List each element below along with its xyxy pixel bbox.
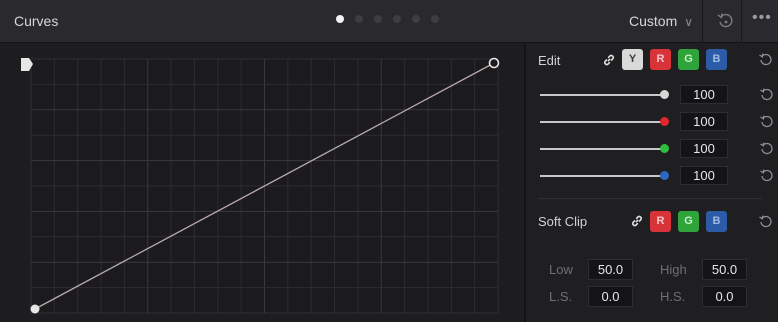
- slider-knob-r[interactable]: [660, 117, 669, 126]
- curve-endpoint-top[interactable]: [488, 57, 500, 69]
- channel-button-y[interactable]: Y: [622, 49, 643, 70]
- page-dots: [336, 15, 439, 23]
- page-dot[interactable]: [336, 15, 344, 23]
- slider-track-y[interactable]: [540, 94, 664, 96]
- channel-button-r[interactable]: R: [650, 49, 671, 70]
- page-dot[interactable]: [355, 15, 363, 23]
- reset-icon[interactable]: [759, 87, 774, 102]
- page-dot[interactable]: [412, 15, 420, 23]
- ls-value-field[interactable]: 0.0: [588, 286, 633, 307]
- curve-canvas[interactable]: [0, 43, 524, 322]
- hs-value-field[interactable]: 0.0: [702, 286, 747, 307]
- low-value-field[interactable]: 50.0: [588, 259, 633, 280]
- channel-button-b[interactable]: B: [706, 49, 727, 70]
- chevron-down-icon: ∨: [684, 15, 694, 29]
- reset-icon[interactable]: [715, 10, 737, 32]
- more-options-icon[interactable]: •••: [752, 9, 772, 27]
- slider-track-g[interactable]: [540, 148, 664, 150]
- link-icon[interactable]: [630, 214, 644, 228]
- soft-clip-label: Soft Clip: [538, 214, 588, 229]
- slider-knob-g[interactable]: [660, 144, 669, 153]
- section-divider: [538, 198, 762, 199]
- page-dot[interactable]: [431, 15, 439, 23]
- slider-knob-b[interactable]: [660, 171, 669, 180]
- edit-panel: Edit Y R G B 100 100 100 100 Soft Clip R…: [526, 43, 778, 322]
- reset-icon[interactable]: [758, 52, 773, 67]
- preset-label: Custom: [629, 13, 678, 29]
- high-value-field[interactable]: 50.0: [702, 259, 747, 280]
- page-dot[interactable]: [393, 15, 401, 23]
- value-field-b[interactable]: 100: [680, 166, 728, 185]
- preset-dropdown[interactable]: Custom ∨: [629, 13, 693, 29]
- panel-title: Curves: [14, 13, 59, 29]
- value-field-y[interactable]: 100: [680, 85, 728, 104]
- curves-header: Curves Custom ∨ •••: [0, 0, 778, 43]
- page-dot[interactable]: [374, 15, 382, 23]
- reset-icon[interactable]: [759, 141, 774, 156]
- low-label: Low: [549, 262, 573, 277]
- ls-label: L.S.: [549, 289, 573, 304]
- header-divider: [741, 0, 742, 43]
- reset-icon[interactable]: [759, 114, 774, 129]
- curve-endpoint-bottom[interactable]: [30, 304, 40, 314]
- slider-track-b[interactable]: [540, 175, 664, 177]
- reset-icon[interactable]: [759, 168, 774, 183]
- edit-label: Edit: [538, 53, 561, 68]
- header-divider: [702, 0, 703, 43]
- curve-graph[interactable]: [0, 43, 524, 322]
- slider-knob-y[interactable]: [660, 90, 669, 99]
- value-field-r[interactable]: 100: [680, 112, 728, 131]
- softclip-button-g[interactable]: G: [678, 211, 699, 232]
- reset-icon[interactable]: [758, 214, 773, 229]
- value-field-g[interactable]: 100: [680, 139, 728, 158]
- softclip-button-r[interactable]: R: [650, 211, 671, 232]
- link-icon[interactable]: [602, 53, 616, 67]
- softclip-button-b[interactable]: B: [706, 211, 727, 232]
- channel-button-g[interactable]: G: [678, 49, 699, 70]
- high-label: High: [660, 262, 687, 277]
- slider-track-r[interactable]: [540, 121, 664, 123]
- hs-label: H.S.: [660, 289, 686, 304]
